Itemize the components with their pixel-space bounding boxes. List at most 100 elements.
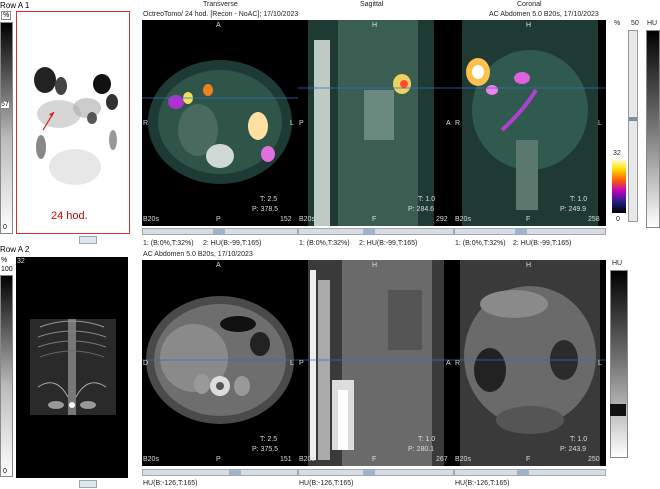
right-bottom-window-marker[interactable] xyxy=(610,404,626,416)
right-top-0: 0 xyxy=(616,216,620,223)
pet-color-scale[interactable] xyxy=(612,158,626,213)
top-header-right: AC Abdomen 5.0 B20s, 17/10/2023 xyxy=(489,11,599,18)
row-a1-label: Row A 1 xyxy=(0,1,30,10)
top-sagittal-label-a: A xyxy=(446,120,451,127)
bottom-transverse-slider[interactable] xyxy=(142,469,298,476)
row-a2-num: 32 xyxy=(17,258,25,265)
top-sagittal-viewport[interactable]: H F A P T: 1.0 P: 284.6 292 B20s xyxy=(298,20,454,226)
bottom-sagittal-t: T: 1.0 xyxy=(418,436,436,443)
status-bottom-2: HU(B:-126,T:165) xyxy=(299,480,354,487)
bottom-sagittal-label-a: A xyxy=(446,360,451,367)
bottom-sagittal-label-h: H xyxy=(372,262,378,269)
top-coronal-label-f: F xyxy=(526,216,531,223)
top-sagittal-t: T: 1.0 xyxy=(418,196,436,203)
row-a2-label: Row A 2 xyxy=(0,245,30,254)
bottom-sagittal-label-f: F xyxy=(372,456,377,463)
top-transverse-p: P: 378.5 xyxy=(252,206,279,213)
top-transverse-t: T: 2.5 xyxy=(260,196,278,203)
top-sagittal-label-h: H xyxy=(372,22,378,29)
row-a2-scroll-handle[interactable] xyxy=(79,480,97,488)
top-header-left: OctreoTomo/ 24 hod. [Recon - NoAC]; 17/1… xyxy=(143,11,299,18)
top-transverse-viewport[interactable]: A P R L T: 2.5 P: 378.5 152 B20s xyxy=(142,20,298,226)
bottom-coronal-slider[interactable] xyxy=(454,469,606,476)
status-top-3a: 1: (B:0%,T:32%) xyxy=(455,240,506,247)
right-bottom-hu-scale[interactable] xyxy=(610,270,628,458)
bottom-transverse-p: P: 375.5 xyxy=(252,446,279,453)
top-coronal-label-l: L xyxy=(598,120,602,127)
status-bottom-1: HU(B:-126,T:165) xyxy=(143,480,198,487)
row-a2-grey-scale[interactable] xyxy=(0,275,13,477)
top-transverse-label-r: R xyxy=(143,120,149,127)
right-top-hu: HU xyxy=(647,20,658,27)
row-a1-scale-mid: 57 xyxy=(1,101,9,108)
bottom-transverse-b: B20s xyxy=(143,456,159,463)
top-sagittal-label-f: F xyxy=(372,216,377,223)
row-a1-scroll-handle[interactable] xyxy=(79,236,97,244)
top-coronal-t: T: 1.0 xyxy=(570,196,588,203)
ct-mip-image xyxy=(30,319,116,415)
top-coronal-label-r: R xyxy=(455,120,461,127)
bottom-header-left: AC Abdomen 5.0 B20s, 17/10/2023 xyxy=(143,251,253,258)
ct-mip-viewport[interactable]: 32 xyxy=(16,257,128,478)
status-top-1a: 1: (B:0%,T:32%) xyxy=(143,240,194,247)
bottom-transverse-label-a: A xyxy=(216,262,221,269)
row-a1-grey-scale[interactable] xyxy=(0,22,13,234)
top-coronal-b: B20s xyxy=(455,216,471,223)
bottom-transverse-num: 151 xyxy=(280,456,292,463)
status-bottom-3: HU(B:-126,T:165) xyxy=(455,480,510,487)
right-top-50: 50 xyxy=(631,20,639,27)
view-title-coronal: Coronal xyxy=(517,1,542,8)
right-bottom-hu: HU xyxy=(612,260,623,267)
bottom-transverse-label-p: P xyxy=(216,456,221,463)
bottom-coronal-t: T: 1.0 xyxy=(570,436,588,443)
bottom-coronal-label-h: H xyxy=(526,262,532,269)
bottom-sagittal-p: P: 280.1 xyxy=(408,446,435,453)
top-sagittal-p: P: 284.6 xyxy=(408,206,435,213)
status-top-3b: 2: HU(B:-99,T:165) xyxy=(513,240,572,247)
view-title-sagittal: Sagittal xyxy=(360,1,384,8)
right-top-hu-scale[interactable] xyxy=(646,30,660,228)
bottom-coronal-viewport[interactable]: H F R L T: 1.0 P: 243.9 250 B20s xyxy=(454,260,606,466)
bottom-sagittal-viewport[interactable]: H F A P T: 1.0 P: 280.1 267 B20s xyxy=(298,260,454,466)
mip-caption: 24 hod. xyxy=(51,210,88,222)
bottom-transverse-viewport[interactable]: A P D L T: 2.5 P: 375.5 151 B20s xyxy=(142,260,298,466)
bottom-sagittal-label-p: P xyxy=(299,360,304,367)
row-a2-pct: % xyxy=(1,257,8,264)
bottom-coronal-label-f: F xyxy=(526,456,531,463)
top-sagittal-b: B20s xyxy=(299,216,315,223)
status-top-1b: 2: HU(B:-99,T:165) xyxy=(203,240,262,247)
bottom-coronal-b: B20s xyxy=(455,456,471,463)
top-sagittal-slider[interactable] xyxy=(298,228,454,235)
view-title-transverse: Transverse xyxy=(203,1,238,8)
bottom-coronal-num: 250 xyxy=(588,456,600,463)
row-a1-scale-bottom: 0 xyxy=(3,224,7,231)
top-transverse-slider[interactable] xyxy=(142,228,298,235)
top-transverse-label-a: A xyxy=(216,22,221,29)
top-coronal-num: 258 xyxy=(588,216,600,223)
top-transverse-label-p: P xyxy=(216,216,221,223)
top-transverse-num: 152 xyxy=(280,216,292,223)
top-coronal-viewport[interactable]: H F R L T: 1.0 P: 249.9 258 B20s xyxy=(454,20,606,226)
right-top-32: 32 xyxy=(613,150,621,157)
row-a2-scale-bottom: 0 xyxy=(3,468,7,475)
row-a1-pct: % xyxy=(1,11,12,20)
top-sagittal-label-p: P xyxy=(299,120,304,127)
right-top-window-slider[interactable] xyxy=(628,30,638,222)
bottom-sagittal-slider[interactable] xyxy=(298,469,454,476)
row-a2-top: 100 xyxy=(1,266,13,273)
mip-viewport[interactable]: 24 hod. xyxy=(16,11,130,234)
mip-image xyxy=(34,67,118,185)
right-top-pct: % xyxy=(614,20,621,27)
bottom-transverse-label-r: D xyxy=(143,360,149,367)
bottom-coronal-label-r: R xyxy=(455,360,461,367)
bottom-transverse-t: T: 2.5 xyxy=(260,436,278,443)
top-coronal-slider[interactable] xyxy=(454,228,606,235)
top-coronal-label-h: H xyxy=(526,22,532,29)
bottom-transverse-label-l: L xyxy=(290,360,294,367)
top-transverse-label-l: L xyxy=(290,120,294,127)
bottom-sagittal-b: B20s xyxy=(299,456,315,463)
bottom-coronal-label-l: L xyxy=(598,360,602,367)
status-top-2b: 2: HU(B:-99,T:165) xyxy=(359,240,418,247)
status-top-2a: 1: (B:0%,T:32%) xyxy=(299,240,350,247)
top-coronal-p: P: 249.9 xyxy=(560,206,587,213)
